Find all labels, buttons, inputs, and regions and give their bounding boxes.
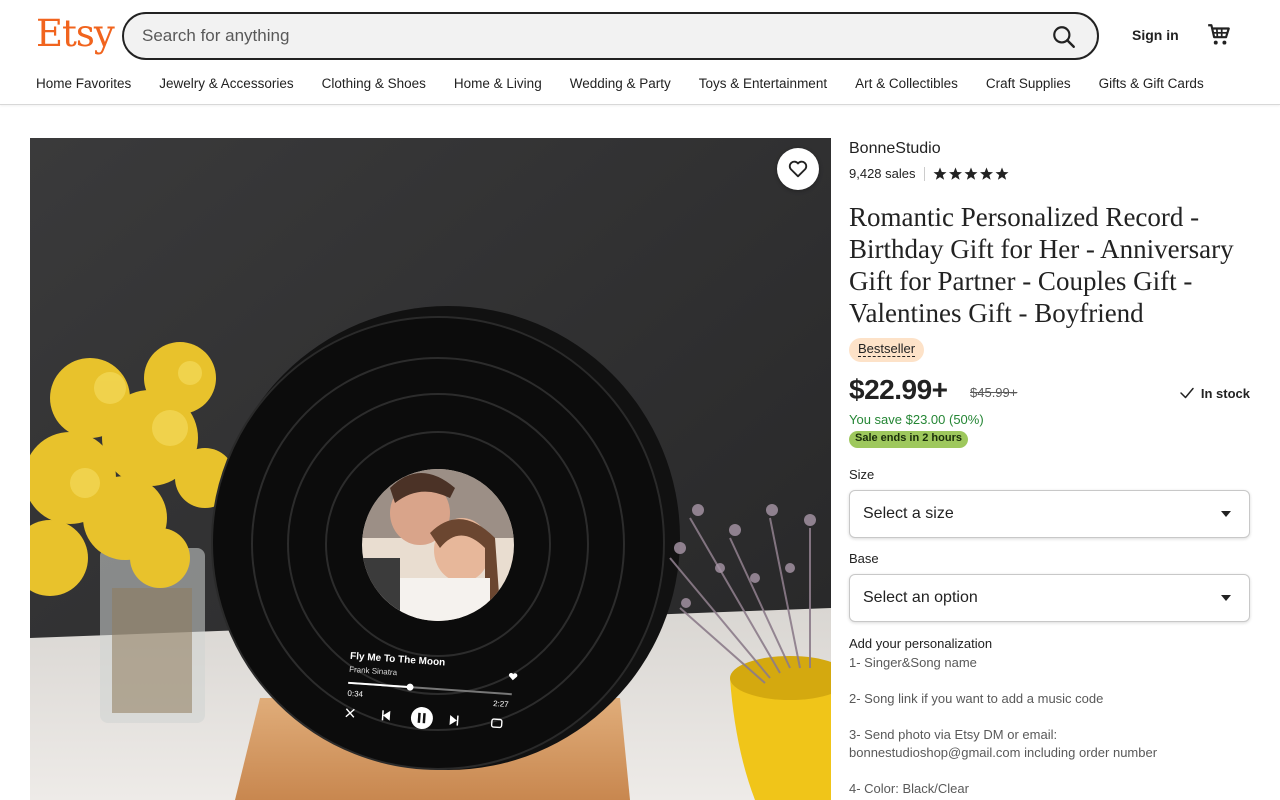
star-rating-icon (933, 167, 1008, 180)
stock-status: In stock (1178, 384, 1250, 402)
base-select-value: Select an option (863, 589, 978, 606)
listing-title: Romantic Personalized Record - Birthday … (849, 202, 1234, 328)
etsy-logo[interactable]: Etsy (36, 12, 115, 55)
bestseller-label: Bestseller (858, 341, 916, 357)
category-nav: Home Favorites Jewelry & Accessories Clo… (36, 76, 1204, 91)
personalization-title: Add your personalization (849, 636, 993, 651)
base-select[interactable]: Select an option (849, 574, 1250, 622)
personalization-email: bonnestudioshop@gmail.com including orde… (849, 745, 1158, 760)
search-input[interactable] (142, 24, 1022, 48)
bestseller-badge[interactable]: Bestseller (849, 338, 925, 362)
base-label: Base (849, 551, 879, 566)
personalization-line: 4- Color: Black/Clear (849, 781, 969, 796)
product-photo: Fly Me To The Moon Frank Sinatra 0:34 2:… (30, 138, 831, 800)
site-header: Etsy Sign in Home Favorites Jewelry & Ac… (0, 0, 1280, 105)
time-elapsed: 0:34 (347, 689, 364, 699)
rating-stars[interactable] (933, 167, 1009, 181)
check-icon (1180, 387, 1194, 399)
nav-gifts-gift-cards[interactable]: Gifts & Gift Cards (1099, 76, 1204, 91)
shop-stats: 9,428 sales (849, 166, 1009, 181)
nav-craft-supplies[interactable]: Craft Supplies (986, 76, 1071, 91)
product-image[interactable]: Fly Me To The Moon Frank Sinatra 0:34 2:… (30, 138, 831, 800)
personalization-line: 2- Song link if you want to add a music … (849, 691, 1104, 706)
stock-label: In stock (1200, 385, 1250, 401)
shop-name-link[interactable]: BonneStudio (849, 140, 941, 158)
sale-ends-badge: Sale ends in 2 hours (849, 431, 968, 448)
original-price: $45.99+ (970, 385, 1018, 400)
search-bar[interactable] (122, 12, 1099, 60)
size-label: Size (849, 467, 875, 482)
nav-wedding-party[interactable]: Wedding & Party (570, 76, 671, 91)
personalization-line: 3- Send photo via Etsy DM or email: (849, 727, 1058, 742)
time-total: 2:27 (493, 699, 510, 709)
search-icon[interactable] (1051, 24, 1077, 50)
heart-outline-icon (788, 160, 808, 178)
sign-in-button[interactable]: Sign in (1132, 27, 1179, 43)
nav-home-favorites[interactable]: Home Favorites (36, 76, 131, 91)
personalization-line: 1- Singer&Song name (849, 655, 977, 670)
divider (923, 166, 925, 181)
price: $22.99+ (849, 374, 948, 405)
cart-icon[interactable] (1206, 22, 1232, 48)
caret-down-icon (1221, 595, 1231, 601)
nav-art-collectibles[interactable]: Art & Collectibles (855, 76, 958, 91)
savings-text: You save $23.00 (50%) (849, 412, 984, 427)
size-select-value: Select a size (863, 505, 954, 522)
favorite-button[interactable] (777, 148, 819, 190)
sales-count: 9,428 sales (849, 166, 916, 181)
nav-toys-entertainment[interactable]: Toys & Entertainment (699, 76, 827, 91)
nav-jewelry-accessories[interactable]: Jewelry & Accessories (159, 76, 293, 91)
nav-home-living[interactable]: Home & Living (454, 76, 542, 91)
size-select[interactable]: Select a size (849, 490, 1250, 538)
nav-clothing-shoes[interactable]: Clothing & Shoes (322, 76, 426, 91)
caret-down-icon (1221, 511, 1231, 517)
